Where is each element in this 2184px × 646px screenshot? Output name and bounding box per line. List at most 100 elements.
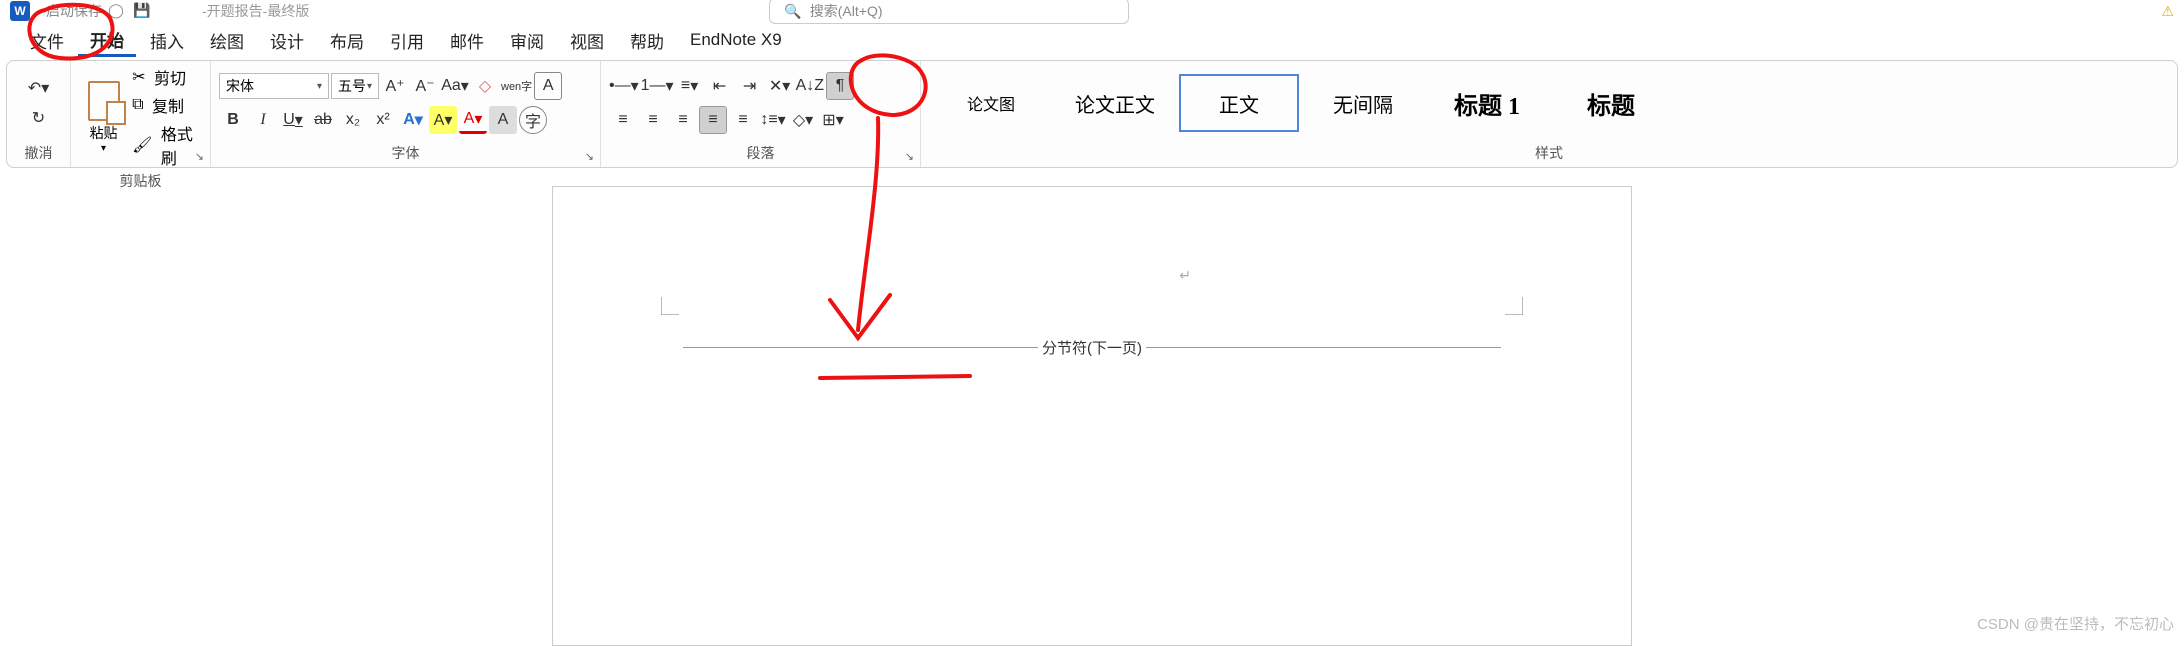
text-effects-button[interactable]: A▾ [399, 106, 427, 134]
paste-icon [88, 81, 120, 121]
tab-endnote[interactable]: EndNote X9 [678, 26, 794, 54]
paragraph-mark-icon: ↵ [1179, 267, 1191, 284]
align-justify-button[interactable]: ≡ [699, 106, 727, 134]
sort-button[interactable]: A↓Z [796, 72, 824, 100]
app-icon: W [10, 1, 30, 21]
grow-font-button[interactable]: A⁺ [381, 72, 409, 100]
shading-button[interactable]: ◇▾ [789, 106, 817, 134]
font-name-value: 宋体 [226, 76, 254, 96]
superscript-button[interactable]: x² [369, 106, 397, 134]
group-undo-label: 撤消 [15, 141, 62, 165]
save-icon[interactable]: 💾 [130, 1, 154, 19]
group-font: 宋体▾ 五号▾ A⁺ A⁻ Aa▾ ◇ wen字 A B I U▾ ab x₂ … [211, 61, 601, 167]
page[interactable]: ↵ 分节符(下一页) [552, 186, 1632, 646]
tab-layout[interactable]: 布局 [318, 24, 376, 57]
tab-design[interactable]: 设计 [258, 24, 316, 57]
margin-corner-tr [1505, 297, 1523, 315]
chevron-down-icon: ▾ [317, 81, 322, 92]
clipboard-launcher[interactable]: ↘ [195, 150, 204, 163]
paste-label: 粘贴 [90, 123, 118, 143]
ribbon: ↶▾ ↻ 撤消 粘贴 ▾ ✂ 剪切 ⧉ 复制 🖌 格式刷 剪贴板 ↘ 宋体 ▾ 五… [6, 60, 2178, 168]
document-area: ↵ 分节符(下一页) [0, 186, 2184, 646]
decrease-indent-button[interactable]: ⇤ [706, 72, 734, 100]
group-font-label: 字体 [219, 141, 592, 165]
align-center-button[interactable]: ≡ [639, 106, 667, 134]
font-name-select[interactable]: 宋体 ▾ [219, 73, 329, 99]
copy-label: 复制 [152, 93, 184, 117]
font-launcher[interactable]: ↘ [585, 150, 594, 163]
tab-review[interactable]: 审阅 [498, 24, 556, 57]
tab-references[interactable]: 引用 [378, 24, 436, 57]
font-size-value: 五号 [338, 76, 366, 96]
underline-button[interactable]: U▾ [279, 106, 307, 134]
highlight-button[interactable]: A▾ [429, 106, 457, 134]
multilevel-button[interactable]: ≡▾ [676, 72, 704, 100]
change-case-button[interactable]: Aa▾ [441, 72, 469, 100]
line-spacing-button[interactable]: ↕≡▾ [759, 106, 787, 134]
show-marks-button[interactable]: ¶ [826, 72, 854, 100]
phonetic-button[interactable]: wen字 [501, 72, 532, 100]
numbering-button[interactable]: 1—▾ [641, 72, 674, 100]
brush-icon: 🖌 [132, 135, 152, 155]
group-paragraph: •—▾ 1—▾ ≡▾ ⇤ ⇥ ✕▾ A↓Z ¶ ≡ ≡ ≡ ≡ ≡ ↕≡▾ ◇▾… [601, 61, 921, 167]
align-right-button[interactable]: ≡ [669, 106, 697, 134]
style-heading1[interactable]: 标题 1 [1427, 74, 1547, 132]
align-left-button[interactable]: ≡ [609, 106, 637, 134]
scissors-icon: ✂ [132, 67, 145, 87]
tab-mailings[interactable]: 邮件 [438, 24, 496, 57]
paragraph-launcher[interactable]: ↘ [905, 150, 914, 163]
chevron-down-icon: ▾ [367, 81, 372, 92]
group-undo: ↶▾ ↻ 撤消 [7, 61, 71, 167]
group-styles-label: 样式 [929, 141, 2169, 165]
italic-button[interactable]: I [249, 106, 277, 134]
bullets-button[interactable]: •—▾ [609, 72, 639, 100]
group-clipboard-label: 剪贴板 [79, 169, 202, 193]
enclose-button[interactable]: A [534, 72, 562, 100]
search-placeholder: 搜索(Alt+Q) [810, 1, 883, 21]
bold-button[interactable]: B [219, 106, 247, 134]
style-heading[interactable]: 标题 [1551, 74, 1671, 132]
style-thesis-body[interactable]: 论文正文 [1055, 74, 1175, 132]
tab-view[interactable]: 视图 [558, 24, 616, 57]
increase-indent-button[interactable]: ⇥ [736, 72, 764, 100]
group-clipboard: 粘贴 ▾ ✂ 剪切 ⧉ 复制 🖌 格式刷 剪贴板 ↘ [71, 61, 211, 167]
tab-file[interactable]: 文件 [18, 24, 76, 57]
char-border-button[interactable]: 字 [519, 106, 547, 134]
font-size-select[interactable]: 五号▾ [331, 73, 379, 99]
align-distribute-button[interactable]: ≡ [729, 106, 757, 134]
shrink-font-button[interactable]: A⁻ [411, 72, 439, 100]
style-normal[interactable]: 正文 [1179, 74, 1299, 132]
quick-access: 启动保存 ◯ 💾 [46, 1, 154, 21]
strike-button[interactable]: ab [309, 106, 337, 134]
redo-button[interactable]: ↻ [25, 104, 53, 132]
clear-format-button[interactable]: ◇ [471, 72, 499, 100]
font-color-button[interactable]: A▾ [459, 106, 487, 134]
search-input[interactable]: 🔍 搜索(Alt+Q) [769, 0, 1129, 24]
borders-button[interactable]: ⊞▾ [819, 106, 847, 134]
cut-label: 剪切 [154, 65, 186, 89]
title-bar: W 启动保存 ◯ 💾 -开题报告-最终版 🔍 搜索(Alt+Q) ⚠ [0, 0, 2184, 22]
char-shading-button[interactable]: A [489, 106, 517, 134]
paste-button[interactable]: 粘贴 ▾ [79, 78, 128, 156]
style-thesis-figure[interactable]: 论文图 [931, 74, 1051, 132]
format-painter-button[interactable]: 🖌 格式刷 [132, 121, 202, 169]
style-gallery[interactable]: 论文图 论文正文 正文 无间隔 标题 1 标题 [929, 66, 1673, 140]
tab-home[interactable]: 开始 [78, 23, 136, 57]
style-no-spacing[interactable]: 无间隔 [1303, 74, 1423, 132]
tab-draw[interactable]: 绘图 [198, 24, 256, 57]
warning-icon: ⚠ [2161, 3, 2174, 20]
tab-insert[interactable]: 插入 [138, 24, 196, 57]
subscript-button[interactable]: x₂ [339, 106, 367, 134]
undo-button[interactable]: ↶▾ [25, 74, 53, 102]
chevron-down-icon: ▾ [101, 143, 106, 154]
asian-layout-button[interactable]: ✕▾ [766, 72, 794, 100]
search-icon: 🔍 [784, 3, 801, 20]
autosave-toggle[interactable]: ◯ [104, 1, 128, 19]
copy-button[interactable]: ⧉ 复制 [132, 93, 202, 117]
qa-label: 启动保存 [46, 1, 102, 21]
watermark: CSDN @贵在坚持，不忘初心 [1977, 613, 2174, 634]
cut-button[interactable]: ✂ 剪切 [132, 65, 202, 89]
group-styles: 论文图 论文正文 正文 无间隔 标题 1 标题 样式 [921, 61, 2177, 167]
group-paragraph-label: 段落 [609, 141, 912, 165]
tab-help[interactable]: 帮助 [618, 24, 676, 57]
